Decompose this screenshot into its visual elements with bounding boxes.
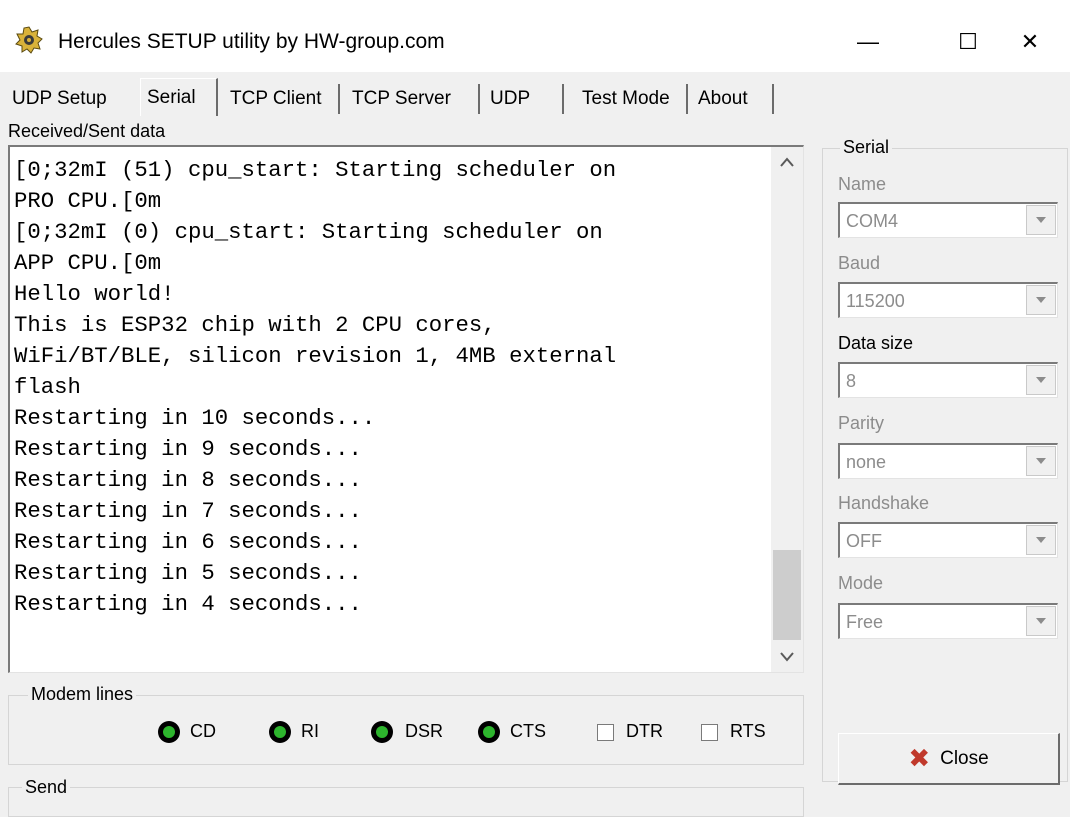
rts-label: RTS — [730, 721, 766, 741]
window-close-button[interactable]: ✕ — [990, 12, 1070, 72]
chevron-down-icon[interactable] — [1026, 525, 1056, 555]
hercules-app-icon — [15, 26, 43, 54]
window-title: Hercules SETUP utility by HW-group.com — [58, 30, 445, 53]
data-size-label: Data size — [838, 333, 914, 353]
baud-value: 115200 — [846, 291, 905, 311]
received-data-textarea[interactable]: [0;32mI (51) cpu_start: Starting schedul… — [8, 145, 804, 673]
rts-checkbox[interactable] — [701, 724, 718, 741]
serial-group-title: Serial — [840, 137, 893, 158]
send-title: Send — [22, 777, 71, 798]
scroll-up-icon[interactable] — [771, 147, 803, 177]
handshake-label: Handshake — [838, 493, 930, 513]
close-port-button[interactable]: ✖ Close — [838, 733, 1060, 785]
top-strip — [0, 0, 1070, 12]
handshake-select[interactable]: OFF — [838, 522, 1058, 558]
dsr-led-icon — [371, 721, 393, 743]
close-port-label: Close — [940, 747, 989, 769]
tab-about[interactable]: About — [692, 84, 774, 114]
chevron-down-icon[interactable] — [1026, 205, 1056, 235]
modem-lines-title: Modem lines — [28, 684, 137, 705]
dtr-checkbox[interactable] — [597, 724, 614, 741]
tab-udp[interactable]: UDP — [484, 84, 564, 114]
minimize-button[interactable]: — — [818, 12, 918, 72]
cd-led-icon — [158, 721, 180, 743]
received-data-text: [0;32mI (51) cpu_start: Starting schedul… — [14, 157, 617, 617]
chevron-down-icon[interactable] — [1026, 285, 1056, 315]
tab-test-mode[interactable]: Test Mode — [576, 84, 688, 114]
chevron-down-icon[interactable] — [1026, 606, 1056, 636]
tab-tcp-client[interactable]: TCP Client — [224, 84, 340, 114]
tab-serial[interactable]: Serial — [140, 78, 218, 116]
cts-label: CTS — [510, 721, 546, 741]
cts-led-icon — [478, 721, 500, 743]
name-value: COM4 — [846, 211, 899, 231]
baud-label: Baud — [838, 253, 881, 273]
chevron-down-icon[interactable] — [1026, 446, 1056, 476]
data-size-value: 8 — [846, 371, 857, 391]
vertical-scrollbar[interactable] — [771, 147, 803, 672]
mode-label: Mode — [838, 573, 884, 593]
tab-tcp-server[interactable]: TCP Server — [346, 84, 480, 114]
send-group — [8, 787, 804, 817]
name-label: Name — [838, 174, 887, 194]
mode-select[interactable]: Free — [838, 603, 1058, 639]
scrollbar-thumb[interactable] — [773, 550, 801, 640]
parity-value: none — [846, 452, 887, 472]
handshake-value: OFF — [846, 531, 882, 551]
chevron-down-icon[interactable] — [1026, 365, 1056, 395]
ri-label: RI — [301, 721, 319, 741]
data-size-select[interactable]: 8 — [838, 362, 1058, 398]
mode-value: Free — [846, 612, 884, 632]
tab-udp-setup[interactable]: UDP Setup — [6, 84, 136, 114]
parity-select[interactable]: none — [838, 443, 1058, 479]
cd-label: CD — [190, 721, 216, 741]
parity-label: Parity — [838, 413, 885, 433]
name-select[interactable]: COM4 — [838, 202, 1058, 238]
dsr-label: DSR — [405, 721, 444, 741]
dtr-label: DTR — [626, 721, 663, 741]
baud-select[interactable]: 115200 — [838, 282, 1058, 318]
received-data-label: Received/Sent data — [8, 121, 166, 141]
ri-led-icon — [269, 721, 291, 743]
scroll-down-icon[interactable] — [771, 642, 803, 672]
close-x-icon: ✖ — [908, 743, 931, 774]
